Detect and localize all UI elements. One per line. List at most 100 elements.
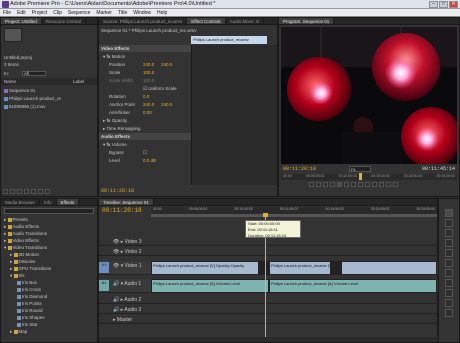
tab-effect-controls[interactable]: Effect Controls (187, 18, 226, 24)
go-to-in-icon[interactable] (323, 182, 328, 187)
list-view-icon[interactable] (3, 189, 8, 194)
step-forward-icon[interactable] (344, 182, 349, 187)
volume-effect[interactable]: ▾ fx Volume (99, 141, 191, 148)
export-frame-icon[interactable] (393, 182, 398, 187)
menu-help[interactable]: Help (157, 9, 167, 16)
param-scale[interactable]: Scale 100.0 (99, 69, 191, 76)
pen-tool-icon[interactable] (445, 289, 453, 297)
tab-effects[interactable]: Effects (56, 199, 80, 205)
hand-tool-icon[interactable] (445, 299, 453, 307)
razor-tool-icon[interactable] (445, 259, 453, 267)
effects-item[interactable]: Iris Star (1, 321, 97, 328)
menu-title[interactable]: Title (118, 9, 127, 16)
track-video-2[interactable]: 👁 ▸ Video 2 (99, 249, 439, 256)
effects-folder[interactable]: ▾ Video Transitions (1, 244, 97, 251)
effects-folder[interactable]: ▸ Audio Transitions (1, 230, 97, 237)
v1-target[interactable]: V1 (99, 262, 109, 273)
mark-out-icon[interactable] (316, 182, 321, 187)
menu-window[interactable]: Window (133, 9, 151, 16)
effects-folder[interactable]: ▸ Presets (1, 216, 97, 223)
effects-folder[interactable]: ▸ 3D Motion (1, 251, 97, 258)
effects-item[interactable]: Iris Shapes (1, 314, 97, 321)
playhead-handle[interactable] (263, 213, 268, 217)
effects-search-input[interactable] (4, 208, 94, 214)
slide-tool-icon[interactable] (445, 279, 453, 287)
param-bypass[interactable]: Bypass ☐ (99, 149, 191, 156)
track-audio-2[interactable]: 🔊 ▸ Audio 2 (99, 297, 439, 304)
slip-tool-icon[interactable] (445, 269, 453, 277)
delete-icon[interactable] (45, 189, 50, 194)
extract-icon[interactable] (379, 182, 384, 187)
audio-clip[interactable]: Philips Launch product_recamv [A] Volume… (269, 279, 437, 293)
ripple-edit-tool-icon[interactable] (445, 229, 453, 237)
timeline-timecode[interactable]: 00:11:20:18 (102, 207, 142, 214)
work-area-bar[interactable] (151, 214, 437, 217)
new-bin-icon[interactable] (31, 189, 36, 194)
timeline-ruler[interactable]: 00:00 00:05:00:00 00:10:00:00 00:14:59:0… (151, 207, 437, 214)
effects-item[interactable]: Iris Round (1, 307, 97, 314)
program-current-timecode[interactable]: 00:11:20:18 (283, 166, 316, 172)
play-icon[interactable] (337, 182, 342, 187)
minimize-button[interactable]: – (429, 1, 438, 8)
effects-folder[interactable]: ▸ Map (1, 328, 97, 335)
track-master[interactable]: ▸ Master (99, 317, 439, 324)
program-ruler[interactable]: 00:00 00:05:00:00 00:10:00:00 00:15:00:0… (281, 174, 457, 180)
effects-folder[interactable]: ▾ Iris (1, 272, 97, 279)
close-button[interactable]: ✕ (449, 1, 458, 8)
time-remapping-effect[interactable]: ▸ Time Remapping (99, 125, 191, 132)
param-rotation[interactable]: Rotation 0.0 (99, 93, 191, 100)
effects-item[interactable]: Iris Diamond (1, 293, 97, 300)
trim-icon[interactable] (386, 182, 391, 187)
a1-target[interactable]: A1 (99, 280, 109, 291)
selection-tool-icon[interactable] (445, 209, 453, 217)
effects-folder[interactable]: ▸ Video Effects (1, 237, 97, 244)
program-playhead[interactable] (359, 173, 362, 180)
opacity-effect[interactable]: ▸ fx Opacity (99, 117, 191, 124)
effects-folder[interactable]: ▸ Audio Effects (1, 223, 97, 230)
param-level[interactable]: Level 0.0 dB (99, 157, 191, 164)
project-item[interactable]: Sequence 01 (1, 87, 97, 94)
effects-item[interactable]: Iris Points (1, 300, 97, 307)
tab-audio-mixer[interactable]: Audio Mixer: S (226, 18, 264, 24)
new-item-icon[interactable] (38, 189, 43, 194)
keyframe-area[interactable] (191, 45, 277, 185)
param-anchor-point[interactable]: Anchor Point 240.0 240.0 (99, 101, 191, 108)
effect-controls-timecode[interactable]: 00:11:20:18 (101, 188, 134, 194)
safe-margins-icon[interactable] (365, 182, 370, 187)
rolling-edit-tool-icon[interactable] (445, 239, 453, 247)
find-icon[interactable] (24, 189, 29, 194)
param-scale-width[interactable]: Scale Width 100.0 (99, 77, 191, 84)
step-back-icon[interactable] (330, 182, 335, 187)
zoom-tool-icon[interactable] (445, 309, 453, 317)
tab-timeline[interactable]: Timeline: Sequence 01 (99, 199, 154, 205)
effects-item[interactable]: Iris Cross (1, 286, 97, 293)
menu-file[interactable]: File (3, 9, 11, 16)
rate-stretch-tool-icon[interactable] (445, 249, 453, 257)
project-item[interactable]: Philips Launch product_re (1, 95, 97, 102)
go-to-out-icon[interactable] (351, 182, 356, 187)
effects-folder[interactable]: ▸ GPU Transitions (1, 265, 97, 272)
track-audio-3[interactable]: 🔊 ▸ Audio 3 (99, 307, 439, 314)
menu-clip[interactable]: Clip (53, 9, 62, 16)
column-label[interactable]: Label (73, 78, 84, 85)
lift-icon[interactable] (372, 182, 377, 187)
loop-icon[interactable] (358, 182, 363, 187)
menu-marker[interactable]: Marker (96, 9, 112, 16)
automate-icon[interactable] (17, 189, 22, 194)
param-position[interactable]: Position 240.0 240.0 (99, 61, 191, 68)
tab-media-browser[interactable]: Media Browser (1, 199, 41, 205)
column-name[interactable]: Name (4, 79, 16, 84)
icon-view-icon[interactable] (10, 189, 15, 194)
menu-sequence[interactable]: Sequence (68, 9, 91, 16)
in-dropdown[interactable]: All (22, 71, 46, 76)
video-clip[interactable]: Philips Launch product_recamv [V] Opacit… (269, 261, 331, 275)
menu-project[interactable]: Project (32, 9, 48, 16)
tab-info[interactable]: Info (40, 199, 57, 205)
param-uniform-scale[interactable]: ☑ Uniform Scale (99, 85, 191, 92)
tab-program[interactable]: Program: Sequence 01 (279, 18, 335, 24)
project-item[interactable]: 81990806 (1).mov (1, 103, 97, 110)
audio-clip[interactable]: Philips Launch product_recamv [A] Volume… (151, 279, 269, 293)
track-select-tool-icon[interactable] (445, 219, 453, 227)
program-fit-dropdown[interactable]: Fit (349, 166, 371, 172)
effects-folder[interactable]: ▸ Dissolve (1, 258, 97, 265)
